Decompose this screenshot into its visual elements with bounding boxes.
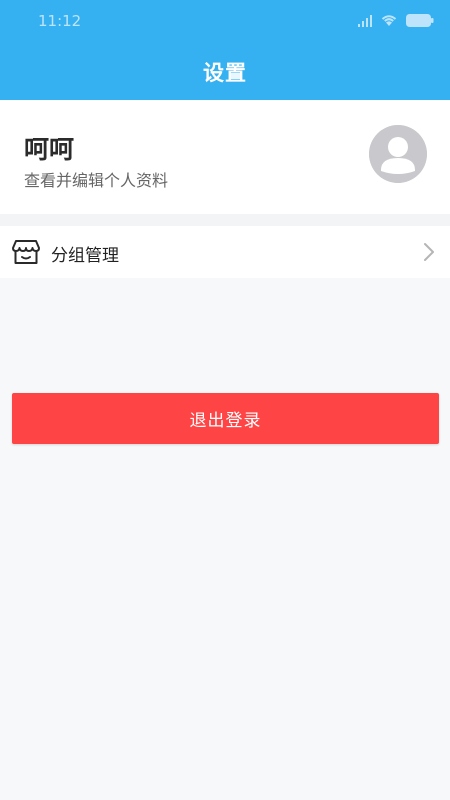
store-icon (12, 239, 40, 265)
battery-icon (406, 12, 434, 31)
logout-button[interactable]: 退出登录 (12, 393, 439, 444)
profile-card[interactable]: 呵呵 查看并编辑个人资料 (0, 100, 450, 214)
section-divider (0, 214, 450, 226)
profile-subtitle: 查看并编辑个人资料 (24, 171, 169, 190)
page-title: 设置 (203, 61, 247, 85)
user-avatar-icon[interactable] (369, 125, 427, 183)
signal-icon (358, 12, 372, 31)
status-time: 11:12 (38, 12, 82, 30)
status-bar: 11:12 (0, 0, 450, 44)
app-header: 设置 (0, 44, 450, 100)
menu-item-group-management[interactable]: 分组管理 (0, 226, 450, 278)
status-icons (358, 12, 434, 31)
profile-name: 呵呵 (24, 135, 75, 164)
chevron-right-icon (422, 242, 436, 262)
wifi-icon (380, 12, 398, 31)
menu-item-label: 分组管理 (51, 246, 119, 266)
